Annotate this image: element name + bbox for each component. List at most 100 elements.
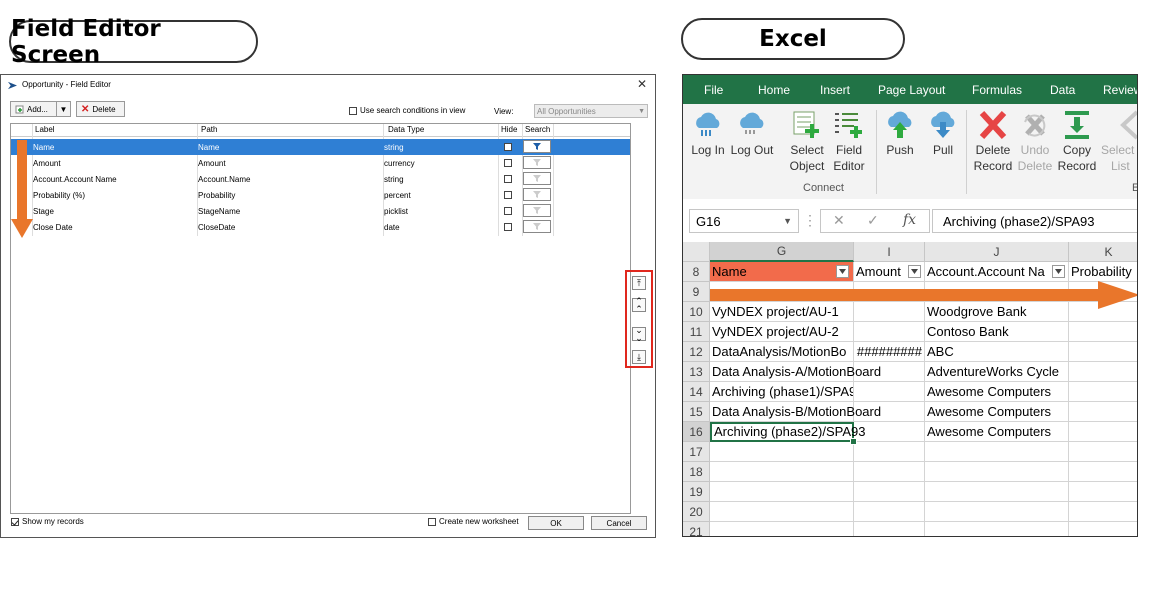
pull-button[interactable]: Pull: [926, 110, 960, 158]
cell[interactable]: [854, 482, 925, 502]
table-row[interactable]: Name Name string: [11, 139, 630, 155]
show-my-records[interactable]: Show my records: [11, 517, 84, 526]
header-cell-probability[interactable]: Probability: [1069, 262, 1137, 282]
cell[interactable]: [925, 502, 1069, 522]
create-new-worksheet-checkbox[interactable]: [428, 517, 436, 526]
cell[interactable]: [1069, 402, 1137, 422]
cell[interactable]: [710, 462, 854, 482]
column-header-k[interactable]: K: [1069, 242, 1137, 262]
search-filter-button[interactable]: [523, 140, 551, 153]
cell[interactable]: [854, 522, 925, 536]
cell[interactable]: Awesome Computers: [925, 402, 1069, 422]
filter-dropdown-icon[interactable]: [1052, 265, 1065, 278]
cell[interactable]: Contoso Bank: [925, 322, 1069, 342]
table-row[interactable]: Probability (%) Probability percent: [11, 187, 630, 203]
cell[interactable]: [854, 422, 925, 442]
column-header-g[interactable]: G: [710, 242, 854, 262]
table-row[interactable]: Stage StageName picklist: [11, 203, 630, 219]
header-cell-amount[interactable]: Amount: [854, 262, 925, 282]
cell[interactable]: [854, 382, 925, 402]
cell[interactable]: [854, 462, 925, 482]
cell[interactable]: [1069, 502, 1137, 522]
filter-dropdown-icon[interactable]: [908, 265, 921, 278]
header-cell-account[interactable]: Account.Account Na: [925, 262, 1069, 282]
search-filter-button[interactable]: [523, 188, 551, 201]
cell[interactable]: [1069, 382, 1137, 402]
cell[interactable]: Data Analysis-B/MotionBoard: [710, 402, 881, 422]
cancel-button[interactable]: Cancel: [591, 516, 647, 530]
row-header[interactable]: 13: [683, 362, 710, 382]
column-header-j[interactable]: J: [925, 242, 1069, 262]
hide-checkbox[interactable]: [504, 191, 512, 199]
cell[interactable]: [1069, 322, 1137, 342]
cell[interactable]: [1069, 442, 1137, 462]
tab-formulas[interactable]: Formulas: [972, 83, 1022, 97]
fx-icon[interactable]: fx: [903, 212, 916, 228]
log-in-button[interactable]: Log In: [690, 110, 726, 158]
cell[interactable]: [1069, 522, 1137, 536]
search-filter-button[interactable]: [523, 220, 551, 233]
hide-checkbox[interactable]: [504, 223, 512, 231]
move-up-icon[interactable]: ⌃ ⌃: [632, 297, 646, 314]
row-header[interactable]: 16: [683, 422, 710, 442]
move-top-icon[interactable]: ⤒: [632, 276, 646, 290]
cell[interactable]: [854, 402, 925, 422]
active-cell-g16[interactable]: Archiving (phase2)/SPA93: [710, 422, 866, 442]
cell[interactable]: [854, 362, 925, 382]
cancel-icon[interactable]: ✕: [833, 212, 845, 229]
row-header[interactable]: 14: [683, 382, 710, 402]
table-row[interactable]: Amount Amount currency: [11, 155, 630, 171]
cell[interactable]: [854, 322, 925, 342]
row-header[interactable]: 12: [683, 342, 710, 362]
cell[interactable]: Archiving (phase1)/SPA93: [710, 382, 854, 402]
search-filter-button[interactable]: [523, 156, 551, 169]
hide-checkbox[interactable]: [504, 175, 512, 183]
select-list-button[interactable]: Select f List: [1101, 110, 1137, 174]
select-object-button[interactable]: Select Object: [787, 110, 827, 174]
show-my-records-checkbox[interactable]: [11, 517, 19, 526]
use-search-conditions[interactable]: Use search conditions in view: [349, 106, 465, 115]
copy-record-button[interactable]: Copy Record: [1057, 110, 1097, 174]
row-header[interactable]: 19: [683, 482, 710, 502]
ok-button[interactable]: OK: [528, 516, 584, 530]
cell[interactable]: DataAnalysis/MotionBo: [710, 342, 854, 362]
delete-button[interactable]: ✕ Delete: [76, 101, 125, 117]
view-select[interactable]: All Opportunities ▼: [534, 104, 648, 118]
hide-checkbox[interactable]: [504, 159, 512, 167]
enter-icon[interactable]: ✓: [867, 212, 879, 229]
column-header-i[interactable]: I: [854, 242, 925, 262]
search-filter-button[interactable]: [523, 204, 551, 217]
row-header[interactable]: 15: [683, 402, 710, 422]
tab-home[interactable]: Home: [758, 83, 790, 97]
cell[interactable]: [925, 482, 1069, 502]
header-cell-name[interactable]: Name: [710, 262, 854, 282]
cell[interactable]: Awesome Computers: [925, 422, 1069, 442]
row-header[interactable]: 8: [683, 262, 710, 282]
cell[interactable]: [854, 442, 925, 462]
add-dropdown-chevron-icon[interactable]: ▼: [56, 102, 70, 116]
cell[interactable]: [1069, 342, 1137, 362]
cell[interactable]: [710, 442, 854, 462]
row-header[interactable]: 11: [683, 322, 710, 342]
tab-review[interactable]: Review: [1103, 83, 1137, 97]
cell[interactable]: [1069, 482, 1137, 502]
tab-insert[interactable]: Insert: [820, 83, 850, 97]
close-icon[interactable]: ✕: [637, 77, 647, 91]
cell[interactable]: [710, 482, 854, 502]
cell[interactable]: Data Analysis-A/MotionBoard: [710, 362, 881, 382]
move-down-icon[interactable]: ⌄ ⌄: [632, 326, 646, 343]
row-header[interactable]: 18: [683, 462, 710, 482]
tab-data[interactable]: Data: [1050, 83, 1075, 97]
move-bottom-icon[interactable]: ⤓: [632, 350, 646, 364]
field-editor-button[interactable]: Field Editor: [831, 110, 867, 174]
delete-record-button[interactable]: Delete Record: [973, 110, 1013, 174]
cell[interactable]: VyNDEX project/AU-2: [710, 322, 854, 342]
cell[interactable]: [710, 522, 854, 536]
filter-dropdown-icon[interactable]: [836, 265, 849, 278]
row-header[interactable]: 17: [683, 442, 710, 462]
select-all-corner[interactable]: [683, 242, 710, 262]
table-row[interactable]: Account.Account Name Account.Name string: [11, 171, 630, 187]
table-row[interactable]: Close Date CloseDate date: [11, 219, 630, 235]
push-button[interactable]: Push: [883, 110, 917, 158]
hide-checkbox[interactable]: [504, 207, 512, 215]
